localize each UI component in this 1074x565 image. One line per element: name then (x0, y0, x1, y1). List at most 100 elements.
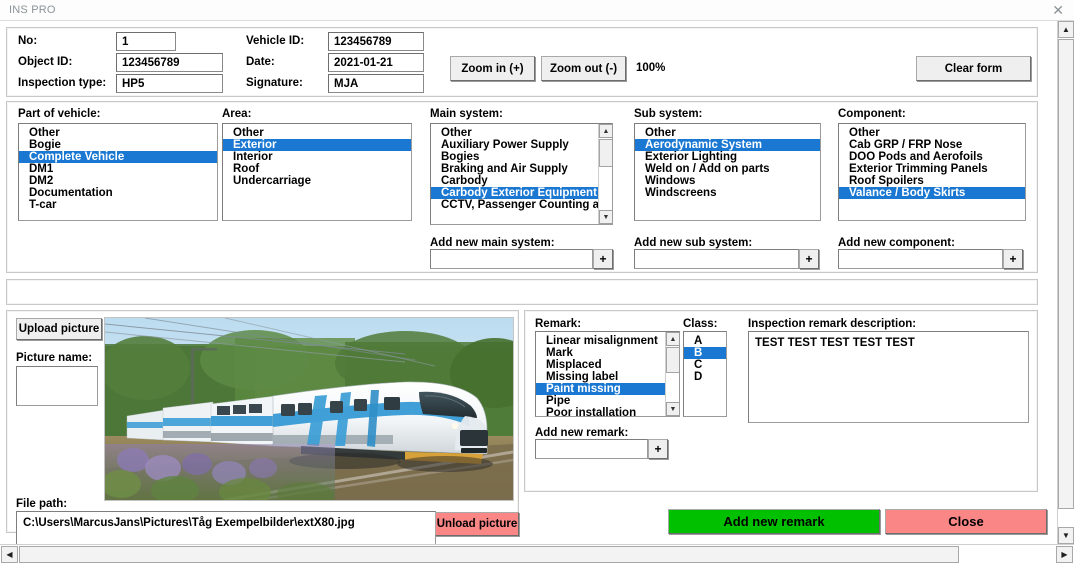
list-item[interactable]: Weld on / Add on parts (635, 163, 820, 175)
remark-scrollbar[interactable]: ▲ ▼ (665, 332, 679, 416)
list-item[interactable]: A (684, 335, 726, 347)
list-item[interactable]: Braking and Air Supply (431, 163, 612, 175)
list-item[interactable]: Auxiliary Power Supply (431, 139, 612, 151)
inspection-type-field[interactable]: HP5 (116, 74, 223, 93)
list-item[interactable]: Other (19, 127, 217, 139)
list-item[interactable]: Cab GRP / FRP Nose (839, 139, 1025, 151)
vertical-scrollbar-thumb[interactable] (1058, 39, 1074, 509)
add-sub-system-button[interactable]: + (799, 249, 819, 269)
date-field[interactable]: 2021-01-21 (328, 53, 424, 72)
list-item[interactable]: Other (635, 127, 820, 139)
scroll-down-icon[interactable]: ▼ (1058, 527, 1074, 544)
list-item[interactable]: Roof (223, 163, 411, 175)
list-item[interactable]: Missing label (536, 371, 679, 383)
list-item[interactable]: Undercarriage (223, 175, 411, 187)
scroll-up-icon[interactable]: ▲ (666, 332, 679, 346)
add-main-system-button[interactable]: + (593, 249, 613, 269)
list-item[interactable]: Exterior (223, 139, 411, 151)
list-item[interactable]: Bogies (431, 151, 612, 163)
list-item[interactable]: Paint missing (536, 383, 679, 395)
list-item[interactable]: Misplaced (536, 359, 679, 371)
zoom-in-button[interactable]: Zoom in (+) (450, 56, 535, 81)
area-listbox[interactable]: Other Exterior Interior Roof Undercarria… (222, 123, 412, 221)
list-item[interactable]: C (684, 359, 726, 371)
add-component-input[interactable] (838, 249, 1003, 269)
list-item[interactable]: T-car (19, 199, 217, 211)
close-icon[interactable]: ✕ (1052, 2, 1064, 18)
add-main-system-input[interactable] (430, 249, 593, 269)
add-sub-system-input[interactable] (634, 249, 799, 269)
horizontal-scrollbar-thumb[interactable] (19, 546, 959, 563)
scroll-left-icon[interactable]: ◀ (1, 546, 18, 563)
list-item[interactable]: Mark (536, 347, 679, 359)
sub-system-listbox[interactable]: Other Aerodynamic System Exterior Lighti… (634, 123, 821, 221)
list-item[interactable]: Exterior Trimming Panels (839, 163, 1025, 175)
scroll-up-icon[interactable]: ▲ (1058, 21, 1074, 38)
list-item[interactable]: Other (431, 127, 612, 139)
list-item[interactable]: B (684, 347, 726, 359)
train-photo (105, 318, 513, 500)
no-field[interactable]: 1 (116, 32, 176, 51)
list-item[interactable]: Bogie (19, 139, 217, 151)
list-item[interactable]: Windscreens (635, 187, 820, 199)
list-item[interactable]: Valance / Body Skirts (839, 187, 1025, 199)
zoom-level-label: 100% (636, 62, 666, 74)
add-remark-plus-button[interactable]: + (648, 439, 668, 459)
list-item[interactable]: Other (839, 127, 1025, 139)
spacer-panel (6, 279, 1038, 305)
list-item[interactable]: Carbody Exterior Equipment (431, 187, 612, 199)
add-sub-system-label: Add new sub system: (634, 237, 753, 249)
list-item[interactable]: Interior (223, 151, 411, 163)
list-item[interactable]: Roof Spoilers (839, 175, 1025, 187)
class-label: Class: (683, 318, 718, 330)
vehicle-id-field[interactable]: 123456789 (328, 32, 424, 51)
list-item[interactable]: Linear misalignment (536, 335, 679, 347)
file-path-input[interactable]: C:\Users\MarcusJans\Pictures\Tåg Exempel… (16, 511, 436, 547)
remark-listbox[interactable]: Linear misalignment Mark Misplaced Missi… (535, 331, 680, 417)
zoom-out-button[interactable]: Zoom out (-) (541, 56, 626, 81)
vertical-scrollbar[interactable]: ▲ ▼ (1057, 21, 1074, 544)
part-of-vehicle-listbox[interactable]: Other Bogie Complete Vehicle DM1 DM2 Doc… (18, 123, 218, 221)
class-listbox[interactable]: A B C D (683, 331, 727, 417)
list-item[interactable]: Pipe (536, 395, 679, 407)
list-item[interactable]: Documentation (19, 187, 217, 199)
list-item[interactable]: Other (223, 127, 411, 139)
signature-field[interactable]: MJA (328, 74, 424, 93)
list-item[interactable]: DM2 (19, 175, 217, 187)
list-item[interactable]: Windows (635, 175, 820, 187)
list-item[interactable]: Poor installation (536, 407, 679, 416)
main-system-listbox[interactable]: Other Auxiliary Power Supply Bogies Brak… (430, 123, 613, 225)
upload-picture-button[interactable]: Upload picture (16, 318, 102, 340)
component-label: Component: (838, 108, 906, 120)
picture-name-input[interactable] (16, 366, 98, 406)
clear-form-button[interactable]: Clear form (916, 56, 1031, 81)
add-component-button[interactable]: + (1003, 249, 1023, 269)
scrollbar-thumb[interactable] (599, 139, 612, 167)
list-item[interactable]: CCTV, Passenger Counting and Ti (431, 199, 612, 211)
main-system-scrollbar[interactable]: ▲ ▼ (598, 124, 612, 224)
unload-picture-button[interactable]: Unload picture (435, 512, 519, 536)
file-path-label: File path: (16, 498, 68, 510)
list-item[interactable]: Exterior Lighting (635, 151, 820, 163)
list-item[interactable]: Carbody (431, 175, 612, 187)
scroll-down-icon[interactable]: ▼ (599, 210, 612, 224)
scrollbar-thumb[interactable] (666, 347, 679, 373)
list-item[interactable]: DOO Pods and Aerofoils (839, 151, 1025, 163)
inspection-remark-description-input[interactable]: TEST TEST TEST TEST TEST (748, 331, 1029, 423)
add-remark-input[interactable] (535, 439, 648, 459)
no-label: No: (18, 35, 38, 47)
add-component-label: Add new component: (838, 237, 955, 249)
scroll-right-icon[interactable]: ▶ (1056, 546, 1073, 563)
list-item[interactable]: DM1 (19, 163, 217, 175)
list-item[interactable]: D (684, 371, 726, 383)
scroll-up-icon[interactable]: ▲ (599, 124, 612, 138)
add-remark-label: Add new remark: (535, 427, 629, 439)
scroll-down-icon[interactable]: ▼ (666, 402, 679, 416)
component-listbox[interactable]: Other Cab GRP / FRP Nose DOO Pods and Ae… (838, 123, 1026, 221)
horizontal-scrollbar[interactable]: ◀ ▶ (0, 544, 1074, 565)
object-id-field[interactable]: 123456789 (116, 53, 223, 72)
list-item[interactable]: Complete Vehicle (19, 151, 217, 163)
close-button[interactable]: Close (885, 509, 1047, 534)
add-new-remark-button[interactable]: Add new remark (668, 509, 880, 534)
list-item[interactable]: Aerodynamic System (635, 139, 820, 151)
